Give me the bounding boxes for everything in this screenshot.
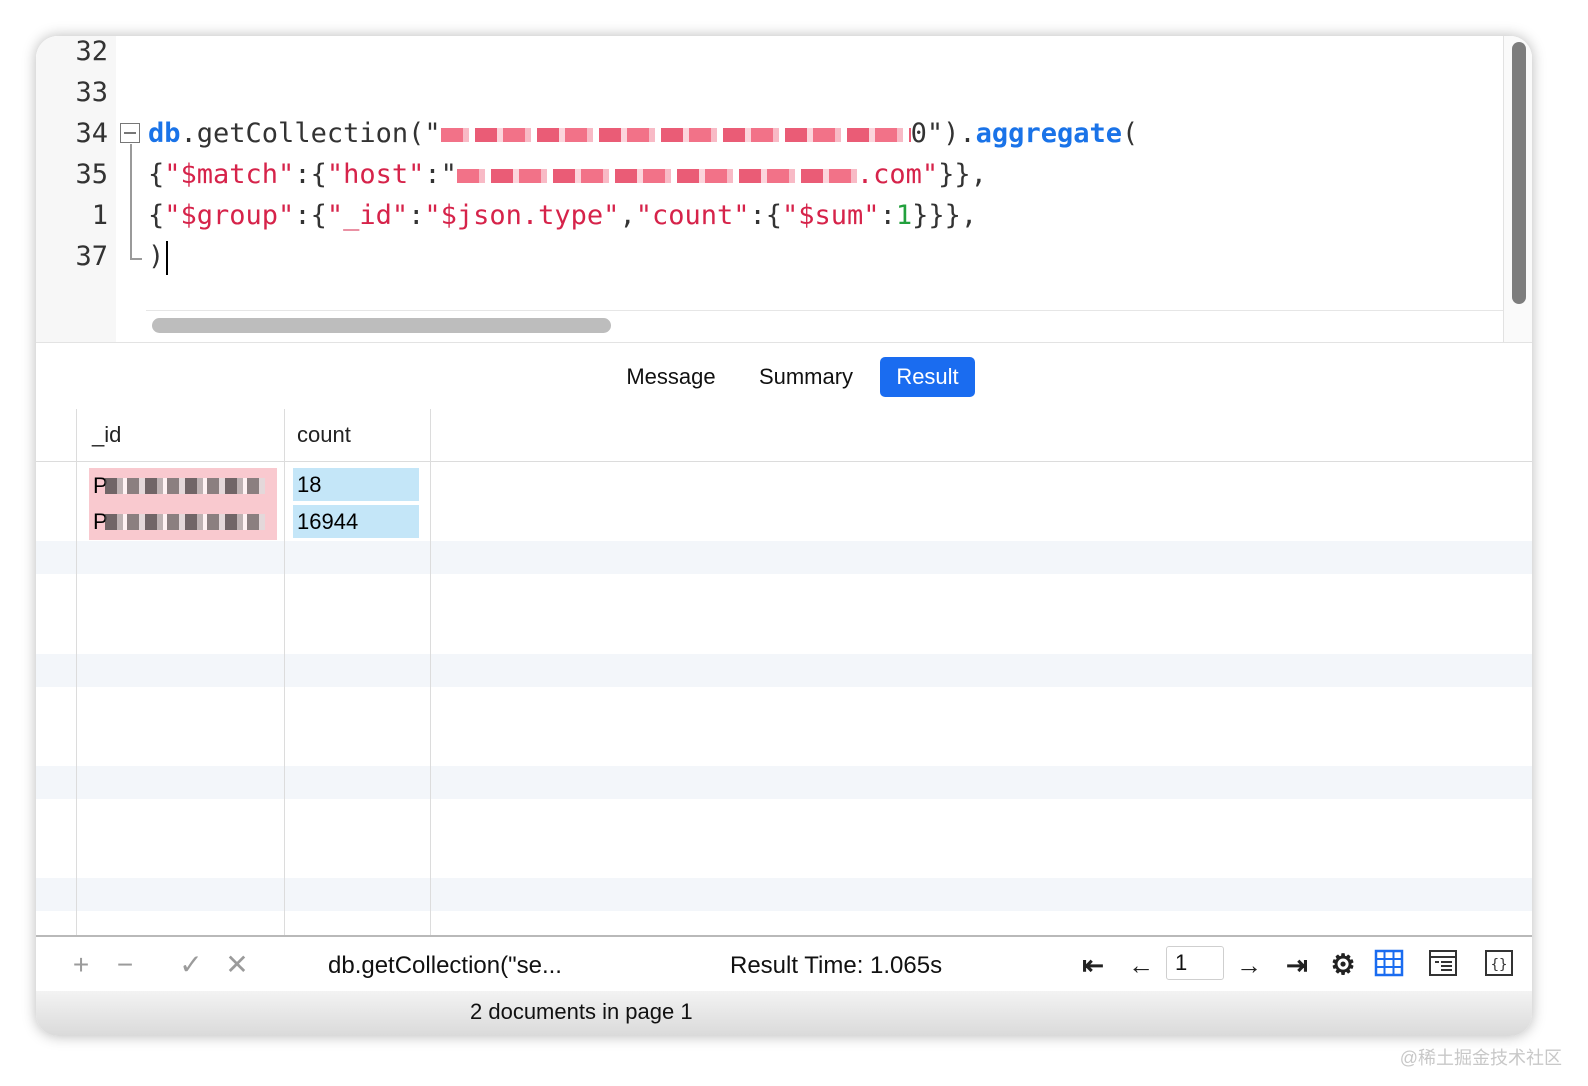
tab-message[interactable]: Message: [616, 357, 726, 397]
line-number: 33: [75, 77, 108, 108]
page-number-input[interactable]: 1: [1166, 946, 1224, 980]
apply-changes-button[interactable]: ✓: [174, 947, 208, 983]
column-header-id[interactable]: _id: [92, 409, 121, 461]
watermark: @稀土掘金技术社区: [1399, 1048, 1562, 1068]
editor-line-35: 35 {"$match":{"host":" .com"}},: [36, 154, 1496, 195]
tab-summary[interactable]: Summary: [748, 357, 864, 397]
table-cell-count[interactable]: 18: [293, 468, 419, 501]
vertical-scrollbar[interactable]: [1512, 42, 1526, 304]
column-divider[interactable]: [284, 409, 285, 935]
line-number: 34: [75, 118, 108, 149]
fold-guide-end: [130, 258, 142, 260]
code-text: ): [148, 236, 169, 277]
line-number: 37: [75, 241, 108, 272]
first-page-icon[interactable]: ⇤: [1076, 947, 1110, 983]
vertical-scrollbar-track[interactable]: [1503, 36, 1532, 342]
status-bar: 2 documents in page 1: [36, 991, 1532, 1036]
document-count-status: 2 documents in page 1: [470, 999, 693, 1024]
result-grid: _id count P 18 P 16944: [36, 409, 1532, 935]
row-stripe: [36, 541, 1532, 574]
add-document-button[interactable]: +: [64, 947, 98, 983]
line-number: 1: [91, 200, 108, 231]
tree-view-icon[interactable]: [1428, 948, 1458, 978]
editor-line-34: 34 db.getCollection(" 0").aggregate(: [36, 113, 1496, 154]
tab-result[interactable]: Result: [880, 357, 975, 397]
fold-guide: [130, 144, 132, 258]
app-window: 32 33 34 db.getCollection(" 0").aggregate…: [36, 36, 1532, 1036]
text-caret: [166, 240, 169, 275]
table-cell-count[interactable]: 16944: [293, 505, 419, 538]
line-number: 35: [75, 159, 108, 190]
query-editor[interactable]: 32 33 34 db.getCollection(" 0").aggregate…: [36, 36, 1532, 342]
line-number: 32: [75, 36, 108, 67]
next-page-icon[interactable]: →: [1232, 947, 1266, 983]
last-page-icon[interactable]: ⇥: [1280, 947, 1314, 983]
table-cell-id[interactable]: P: [89, 468, 277, 504]
editor-line-36: 1 {"$group":{"_id":"$json.type","count":…: [36, 195, 1496, 236]
redacted-id: [105, 514, 265, 530]
redacted-collection-name: [440, 127, 911, 142]
redacted-id: [105, 478, 265, 494]
code-text: {"$match":{"host":" .com"}},: [148, 159, 987, 190]
row-stripe: [36, 878, 1532, 911]
json-view-icon[interactable]: {}: [1484, 948, 1514, 978]
result-tabs: Message Summary Result: [36, 342, 1532, 410]
table-cell-id[interactable]: P: [89, 504, 277, 540]
editor-line-33: 33: [36, 72, 1496, 113]
row-stripe: [36, 654, 1532, 687]
horizontal-scrollbar[interactable]: [152, 318, 611, 333]
redacted-host: [456, 168, 857, 183]
svg-text:{}: {}: [1491, 957, 1508, 973]
discard-changes-button[interactable]: ✕: [220, 947, 254, 983]
delete-document-button[interactable]: −: [108, 947, 142, 983]
bottom-toolbar: + − ✓ ✕ db.getCollection("se... Result T…: [36, 935, 1532, 993]
fold-toggle-icon[interactable]: [120, 123, 140, 143]
grid-view-icon[interactable]: [1374, 948, 1404, 978]
column-divider: [76, 409, 77, 935]
column-divider[interactable]: [430, 409, 431, 935]
editor-line-32: 32: [36, 36, 1496, 72]
previous-page-icon[interactable]: ←: [1124, 947, 1158, 983]
column-header-count[interactable]: count: [297, 409, 351, 461]
editor-line-37: 37 ): [36, 236, 1496, 277]
result-time: Result Time: 1.065s: [730, 952, 943, 979]
query-summary: db.getCollection("se...: [328, 952, 562, 979]
grid-header: _id count: [36, 409, 1532, 462]
code-text: db.getCollection(" 0").aggregate(: [148, 118, 1139, 149]
editor-divider: [146, 310, 1504, 311]
code-text: {"$group":{"_id":"$json.type","count":{"…: [148, 200, 978, 231]
row-stripe: [36, 766, 1532, 799]
settings-gear-icon[interactable]: ⚙: [1326, 947, 1360, 983]
